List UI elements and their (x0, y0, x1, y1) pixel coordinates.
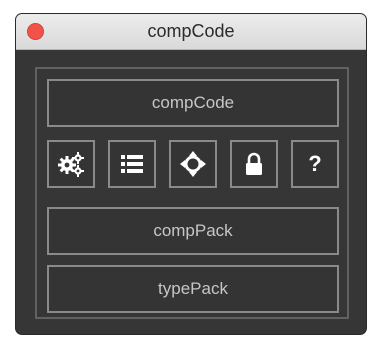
typepack-button[interactable]: typePack (47, 265, 339, 313)
list-icon (121, 155, 143, 173)
settings-button[interactable] (47, 140, 95, 188)
window-title: compCode (147, 21, 235, 41)
crosshair-move-icon (180, 151, 206, 177)
lock-button[interactable] (230, 140, 278, 188)
list-button[interactable] (108, 140, 156, 188)
close-window-button[interactable] (27, 23, 44, 40)
help-question-icon: ? (308, 151, 322, 176)
title-bar[interactable]: compCode (16, 14, 366, 50)
lock-icon (246, 152, 262, 175)
settings-gears-icon (58, 152, 84, 177)
crosshair-button[interactable] (169, 140, 217, 188)
compcode-button[interactable]: compCode (47, 79, 339, 127)
help-button[interactable]: ? (291, 140, 339, 188)
comppack-button[interactable]: compPack (47, 207, 339, 255)
